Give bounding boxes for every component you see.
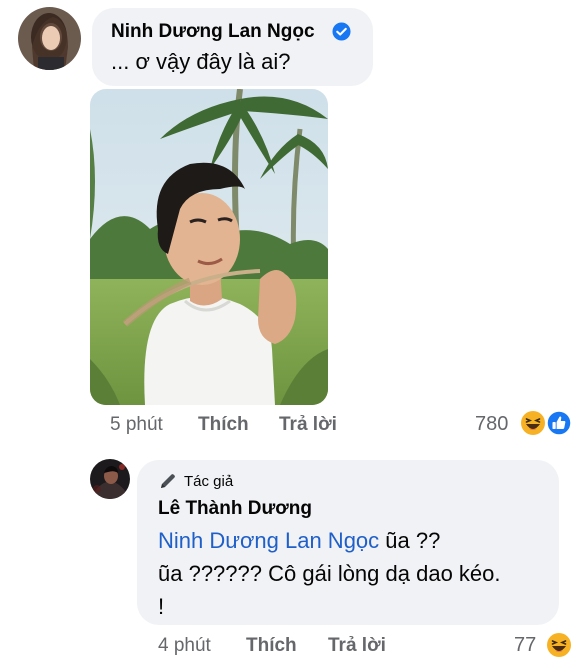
comment-author-name[interactable]: Ninh Dương Lan Ngọc <box>111 21 315 43</box>
reply-text-after-mention: ũa ?? <box>379 528 441 553</box>
verified-badge-icon <box>332 22 351 41</box>
comment-text: ... ơ vậy đây là ai? <box>111 49 291 74</box>
mention-link[interactable]: Ninh Dương Lan Ngọc <box>158 528 379 553</box>
reaction-count[interactable]: 780 <box>475 413 508 436</box>
pen-icon <box>161 474 175 488</box>
haha-reaction-icon[interactable] <box>520 410 546 436</box>
avatar-thanh-duong[interactable] <box>90 459 130 499</box>
like-reaction-icon[interactable] <box>546 410 572 436</box>
reply-text-line3: ! <box>158 594 165 619</box>
reply-reaction-count[interactable]: 77 <box>514 634 536 657</box>
reply-author-name[interactable]: Lê Thành Dương <box>158 498 312 520</box>
reply-like-button[interactable]: Thích <box>246 635 297 657</box>
reply-text-line2: ũa ?????? Cô gái lòng dạ dao kéo. <box>158 561 501 586</box>
reply-button[interactable]: Trả lời <box>279 414 337 436</box>
haha-reaction-icon[interactable] <box>546 632 572 658</box>
author-badge-label: Tác giả <box>184 472 234 490</box>
attached-photo[interactable] <box>90 89 328 405</box>
like-button[interactable]: Thích <box>198 414 249 436</box>
author-badge: Tác giả <box>158 471 233 491</box>
reply-time[interactable]: 4 phút <box>158 635 211 657</box>
comment-time[interactable]: 5 phút <box>110 414 163 436</box>
reply-text-line1: Ninh Dương Lan Ngọc ũa ?? <box>158 528 440 554</box>
reply-reply-button[interactable]: Trả lời <box>328 635 386 657</box>
avatar-lan-ngoc[interactable] <box>18 7 81 70</box>
